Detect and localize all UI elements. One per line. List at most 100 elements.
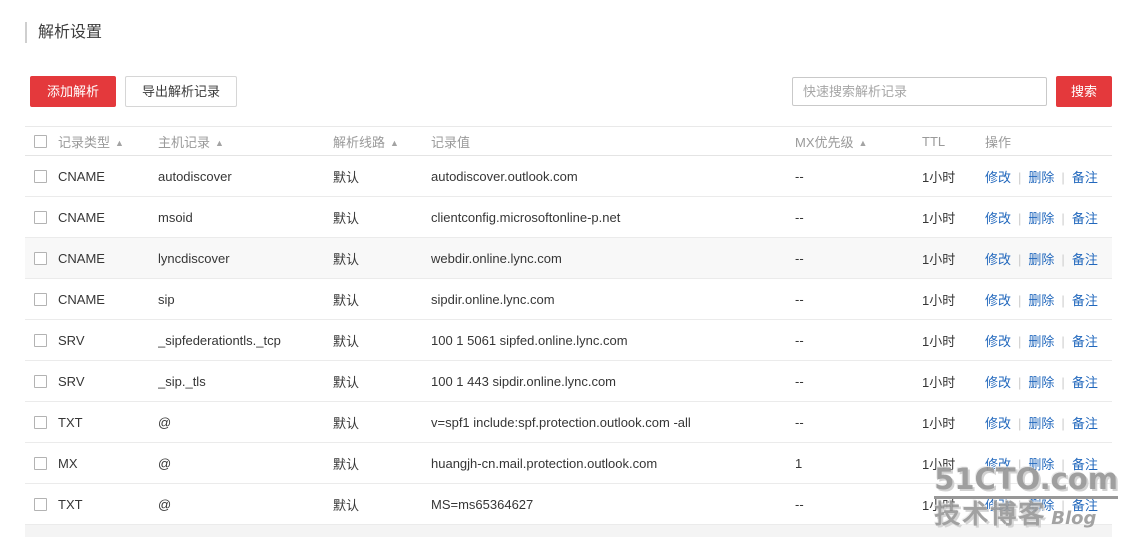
cell-mx-priority: -- bbox=[795, 415, 922, 430]
delete-link[interactable]: 删除 bbox=[1028, 211, 1054, 226]
edit-link[interactable]: 修改 bbox=[985, 416, 1011, 431]
header-resolution-line[interactable]: 解析线路 ▲ bbox=[333, 132, 431, 151]
edit-link[interactable]: 修改 bbox=[985, 252, 1011, 267]
delete-link[interactable]: 删除 bbox=[1028, 375, 1054, 390]
table-row: TXT @ 默认 v=spf1 include:spf.protection.o… bbox=[25, 402, 1112, 443]
search-button[interactable]: 搜索 bbox=[1056, 76, 1112, 107]
cell-record-type: SRV bbox=[58, 333, 158, 348]
table-row: SRV _sipfederationtls._tcp 默认 100 1 5061… bbox=[25, 320, 1112, 361]
cell-record-value: v=spf1 include:spf.protection.outlook.co… bbox=[431, 415, 795, 430]
row-checkbox[interactable] bbox=[34, 293, 47, 306]
select-all-checkbox[interactable] bbox=[34, 135, 47, 148]
header-record-type-label: 记录类型 bbox=[58, 135, 110, 150]
remark-link[interactable]: 备注 bbox=[1072, 457, 1098, 472]
delete-link[interactable]: 删除 bbox=[1028, 334, 1054, 349]
remark-link[interactable]: 备注 bbox=[1072, 334, 1098, 349]
table-body: CNAME autodiscover 默认 autodiscover.outlo… bbox=[25, 156, 1112, 525]
remark-link[interactable]: 备注 bbox=[1072, 211, 1098, 226]
cell-ttl: 1小时 bbox=[922, 167, 985, 186]
cell-record-type: CNAME bbox=[58, 210, 158, 225]
cell-resolution-line: 默认 bbox=[333, 413, 431, 432]
table-row: CNAME msoid 默认 clientconfig.microsoftonl… bbox=[25, 197, 1112, 238]
edit-link[interactable]: 修改 bbox=[985, 334, 1011, 349]
row-checkbox[interactable] bbox=[34, 457, 47, 470]
delete-link[interactable]: 删除 bbox=[1028, 498, 1054, 513]
row-checkbox[interactable] bbox=[34, 498, 47, 511]
remark-link[interactable]: 备注 bbox=[1072, 498, 1098, 513]
sort-asc-icon[interactable]: ▲ bbox=[859, 138, 868, 148]
cell-record-type: MX bbox=[58, 456, 158, 471]
row-checkbox-cell bbox=[25, 334, 58, 347]
header-operations-label: 操作 bbox=[985, 135, 1011, 150]
row-checkbox[interactable] bbox=[34, 375, 47, 388]
row-checkbox[interactable] bbox=[34, 416, 47, 429]
delete-link[interactable]: 删除 bbox=[1028, 416, 1054, 431]
header-record-type[interactable]: 记录类型 ▲ bbox=[58, 132, 158, 151]
header-mx-priority-label: MX优先级 bbox=[795, 135, 854, 150]
operation-separator: | bbox=[1061, 334, 1064, 349]
cell-record-value: sipdir.online.lync.com bbox=[431, 292, 795, 307]
cell-ttl: 1小时 bbox=[922, 372, 985, 391]
operation-separator: | bbox=[1061, 252, 1064, 267]
search-input[interactable] bbox=[792, 77, 1047, 106]
sort-asc-icon[interactable]: ▲ bbox=[115, 138, 124, 148]
cell-record-type: SRV bbox=[58, 374, 158, 389]
cell-operations: 修改|删除|备注 bbox=[985, 372, 1112, 391]
cell-host-record: lyncdiscover bbox=[158, 251, 333, 266]
delete-link[interactable]: 删除 bbox=[1028, 252, 1054, 267]
cell-record-type: TXT bbox=[58, 497, 158, 512]
remark-link[interactable]: 备注 bbox=[1072, 293, 1098, 308]
edit-link[interactable]: 修改 bbox=[985, 293, 1011, 308]
add-record-button[interactable]: 添加解析 bbox=[30, 76, 116, 107]
sort-asc-icon[interactable]: ▲ bbox=[390, 138, 399, 148]
row-checkbox[interactable] bbox=[34, 334, 47, 347]
remark-link[interactable]: 备注 bbox=[1072, 375, 1098, 390]
delete-link[interactable]: 删除 bbox=[1028, 457, 1054, 472]
edit-link[interactable]: 修改 bbox=[985, 375, 1011, 390]
row-checkbox-cell bbox=[25, 416, 58, 429]
header-checkbox-cell bbox=[25, 135, 58, 148]
operation-separator: | bbox=[1018, 170, 1021, 185]
row-checkbox-cell bbox=[25, 457, 58, 470]
row-checkbox[interactable] bbox=[34, 211, 47, 224]
cell-resolution-line: 默认 bbox=[333, 454, 431, 473]
remark-link[interactable]: 备注 bbox=[1072, 170, 1098, 185]
toolbar-right: 搜索 bbox=[792, 76, 1112, 107]
cell-host-record: @ bbox=[158, 497, 333, 512]
delete-link[interactable]: 删除 bbox=[1028, 293, 1054, 308]
cell-operations: 修改|删除|备注 bbox=[985, 331, 1112, 350]
header-ttl-label: TTL bbox=[922, 134, 945, 149]
cell-host-record: sip bbox=[158, 292, 333, 307]
cell-resolution-line: 默认 bbox=[333, 167, 431, 186]
sort-asc-icon[interactable]: ▲ bbox=[215, 138, 224, 148]
operation-separator: | bbox=[1018, 498, 1021, 513]
toolbar: 添加解析 导出解析记录 搜索 bbox=[30, 76, 1112, 107]
cell-resolution-line: 默认 bbox=[333, 249, 431, 268]
table-row: MX @ 默认 huangjh-cn.mail.protection.outlo… bbox=[25, 443, 1112, 484]
header-resolution-line-label: 解析线路 bbox=[333, 135, 385, 150]
cell-resolution-line: 默认 bbox=[333, 290, 431, 309]
edit-link[interactable]: 修改 bbox=[985, 498, 1011, 513]
export-records-button[interactable]: 导出解析记录 bbox=[125, 76, 237, 107]
edit-link[interactable]: 修改 bbox=[985, 170, 1011, 185]
remark-link[interactable]: 备注 bbox=[1072, 416, 1098, 431]
header-host-record[interactable]: 主机记录 ▲ bbox=[158, 132, 333, 151]
operation-separator: | bbox=[1018, 416, 1021, 431]
row-checkbox[interactable] bbox=[34, 252, 47, 265]
remark-link[interactable]: 备注 bbox=[1072, 252, 1098, 267]
row-checkbox[interactable] bbox=[34, 170, 47, 183]
header-mx-priority[interactable]: MX优先级 ▲ bbox=[795, 132, 922, 151]
cell-record-type: TXT bbox=[58, 415, 158, 430]
header-host-record-label: 主机记录 bbox=[158, 135, 210, 150]
cell-record-value: 100 1 5061 sipfed.online.lync.com bbox=[431, 333, 795, 348]
cell-record-value: MS=ms65364627 bbox=[431, 497, 795, 512]
row-checkbox-cell bbox=[25, 252, 58, 265]
edit-link[interactable]: 修改 bbox=[985, 457, 1011, 472]
delete-link[interactable]: 删除 bbox=[1028, 170, 1054, 185]
cell-record-value: autodiscover.outlook.com bbox=[431, 169, 795, 184]
cell-record-type: CNAME bbox=[58, 169, 158, 184]
edit-link[interactable]: 修改 bbox=[985, 211, 1011, 226]
cell-operations: 修改|删除|备注 bbox=[985, 290, 1112, 309]
operation-separator: | bbox=[1061, 375, 1064, 390]
cell-resolution-line: 默认 bbox=[333, 372, 431, 391]
